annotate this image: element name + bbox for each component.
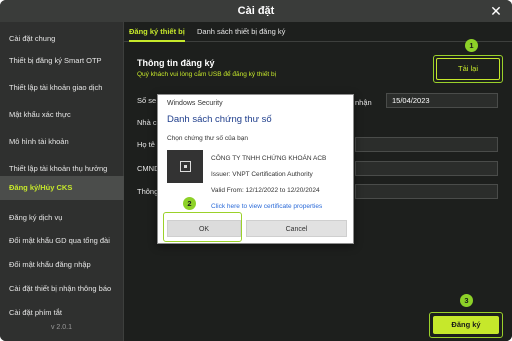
sidebar-item-phone-password[interactable]: Đổi mật khẩu GD qua tổng đài — [0, 230, 124, 252]
register-button[interactable]: Đăng ký — [433, 316, 499, 334]
certificate-chip-icon — [180, 161, 191, 172]
cancel-button[interactable]: Cancel — [246, 220, 347, 237]
tab-bar: Đăng ký thiết bị Danh sách thiết bị đăng… — [124, 22, 512, 42]
tab-register-device[interactable]: Đăng ký thiết bị — [129, 22, 185, 42]
cert-properties-link[interactable]: Click here to view certificate propertie… — [211, 203, 322, 210]
title-bar: Cài đặt ✕ — [0, 0, 512, 22]
cert-name: CÔNG TY TNHH CHỨNG KHOÁN ACB — [211, 155, 327, 162]
callout-box-2 — [163, 212, 242, 242]
window-title: Cài đặt — [237, 5, 275, 17]
settings-window: Cài đặt ✕ Cài đặt chung Thiết bị đăng ký… — [0, 0, 512, 341]
dialog-title: Windows Security — [167, 100, 223, 107]
provider-label: Nhà c — [137, 118, 157, 127]
cert-validity: Valid From: 12/12/2022 to 12/20/2024 — [211, 187, 320, 194]
reload-button[interactable]: Tải lại — [436, 58, 500, 80]
callout-badge-3: 3 — [460, 294, 473, 307]
sidebar: Cài đặt chung Thiết bị đăng ký Smart OTP… — [0, 22, 124, 341]
name-field[interactable] — [355, 137, 498, 152]
name-label: Họ tê — [137, 140, 155, 149]
tab-device-list[interactable]: Danh sách thiết bị đăng ký — [197, 22, 285, 42]
sidebar-item-account-model[interactable]: Mô hình tài khoản — [0, 131, 124, 153]
sidebar-item-login-password[interactable]: Đổi mật khẩu đăng nhập — [0, 254, 124, 276]
sidebar-item-auth-password[interactable]: Mật khẩu xác thực — [0, 104, 124, 126]
date-field[interactable]: 15/04/2023 — [386, 93, 498, 108]
sidebar-item-shortcuts[interactable]: Cài đặt phím tắt — [0, 302, 124, 324]
callout-badge-2: 2 — [183, 197, 196, 210]
dialog-subheading: Chọn chứng thư số của bạn — [167, 135, 248, 142]
sidebar-item-notification-device[interactable]: Cài đặt thiết bị nhận thông báo — [0, 278, 124, 300]
close-icon[interactable]: ✕ — [488, 3, 504, 19]
dialog-heading: Danh sách chứng thư số — [167, 114, 272, 125]
callout-badge-1: 1 — [465, 39, 478, 52]
info-field[interactable] — [355, 184, 498, 199]
id-field[interactable] — [355, 161, 498, 176]
sidebar-item-digital-signature[interactable]: Đăng ký/Hủy CKS — [0, 176, 124, 200]
sidebar-item-services[interactable]: Đăng ký dịch vụ — [0, 207, 124, 229]
date-label: nhận — [355, 98, 372, 107]
certificate-icon — [167, 150, 203, 183]
sidebar-item-smart-otp[interactable]: Thiết bị đăng ký Smart OTP — [0, 50, 124, 72]
usb-hint: Quý khách vui lòng cắm USB để đăng ký th… — [137, 71, 277, 78]
sidebar-item-general[interactable]: Cài đặt chung — [0, 28, 124, 50]
version-label: v 2.0.1 — [50, 324, 72, 331]
sidebar-item-trading-account[interactable]: Thiết lập tài khoản giao dịch — [0, 77, 124, 99]
cert-issuer: Issuer: VNPT Certification Authority — [211, 171, 313, 178]
serial-label: Số se — [137, 96, 157, 105]
section-title: Thông tin đăng ký — [137, 58, 215, 68]
info-label: Thông — [137, 187, 159, 196]
